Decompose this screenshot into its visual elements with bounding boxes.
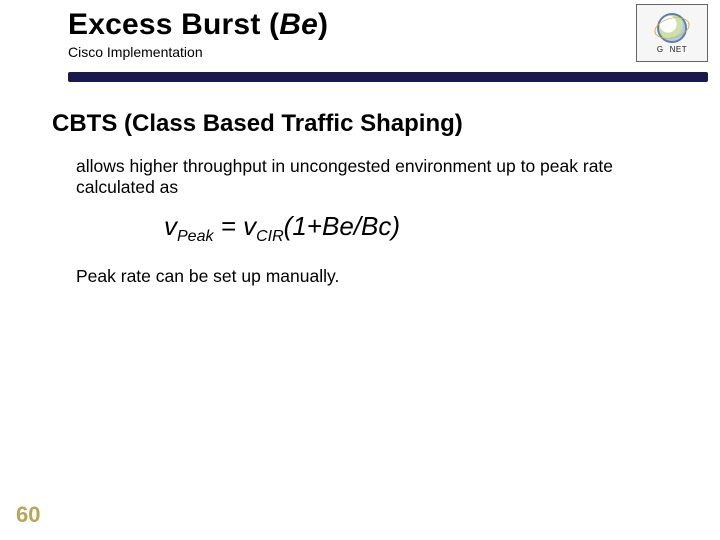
formula-v1: v (164, 211, 177, 241)
globe-icon (657, 13, 687, 43)
slide: Excess Burst (Be) Cisco Implementation G… (0, 0, 720, 540)
formula-rest: (1+Be/Bc) (284, 211, 400, 241)
content: CBTS (Class Based Traffic Shaping) allow… (52, 110, 700, 287)
slide-subtitle: Cisco Implementation (68, 44, 630, 60)
logo-text-right: NET (670, 45, 688, 54)
slide-title: Excess Burst (Be) (68, 8, 630, 42)
title-be: Be (279, 8, 318, 41)
formula-v2: v (243, 211, 256, 241)
formula: vPeak = vCIR(1+Be/Bc) (164, 211, 700, 246)
formula-sub1: Peak (177, 228, 213, 245)
logo-text-left: G (657, 45, 664, 54)
title-close: ) (318, 8, 328, 41)
formula-sub2: CIR (256, 228, 284, 245)
header: Excess Burst (Be) Cisco Implementation (68, 8, 630, 60)
body-paragraph: allows higher throughput in uncongested … (76, 156, 690, 199)
logo: G NET (636, 4, 708, 62)
section-heading: CBTS (Class Based Traffic Shaping) (52, 110, 700, 138)
header-divider (68, 72, 708, 82)
title-main: Excess Burst ( (68, 8, 279, 41)
logo-text: G NET (657, 45, 687, 54)
page-number: 60 (16, 502, 40, 528)
body-paragraph-2: Peak rate can be set up manually. (76, 266, 700, 287)
logo-inner: G NET (644, 11, 700, 55)
formula-eq: = (213, 211, 243, 241)
